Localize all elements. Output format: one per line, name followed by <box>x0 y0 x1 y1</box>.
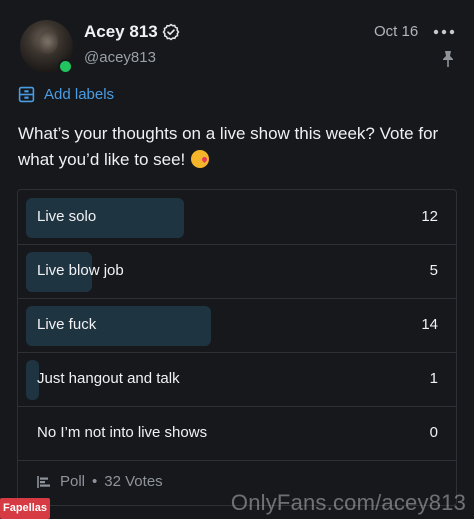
poll-option[interactable]: Just hangout and talk 1 <box>18 352 456 407</box>
poll-option-label: Live fuck <box>37 316 97 333</box>
poll: Live solo 12 Live blow job 5 Live fuck 1… <box>17 189 457 506</box>
watermark: OnlyFans.com/acey813 <box>230 490 466 515</box>
poll-footer-separator: • <box>92 473 98 490</box>
verified-icon <box>162 23 180 41</box>
more-dots-icon[interactable] <box>432 24 456 40</box>
poll-footer-label: Poll <box>60 473 86 490</box>
poll-icon <box>37 475 50 488</box>
poll-option-label: Live blow job <box>37 262 124 279</box>
author-name[interactable]: Acey 813 <box>84 22 158 42</box>
author-handle[interactable]: @acey813 <box>84 49 156 66</box>
post-body: What’s your thoughts on a live show this… <box>18 124 439 169</box>
poll-option-votes: 1 <box>429 370 438 387</box>
poll-option[interactable]: Live fuck 14 <box>18 298 456 353</box>
poll-total-votes: 32 Votes <box>104 473 163 490</box>
poll-option-label: Just hangout and talk <box>37 370 180 387</box>
poll-option-votes: 5 <box>429 262 438 279</box>
post-date: Oct 16 <box>374 23 419 40</box>
poll-option-votes: 12 <box>421 208 438 225</box>
add-labels-label: Add labels <box>44 86 115 103</box>
poll-option-label: Live solo <box>37 208 97 225</box>
add-labels-button[interactable]: Add labels <box>18 86 114 103</box>
stamp-logo: Fapellas <box>0 498 50 519</box>
kiss-emoji-icon <box>191 150 210 168</box>
poll-option-votes: 14 <box>421 316 438 333</box>
poll-option[interactable]: Live solo 12 <box>18 190 456 245</box>
poll-option-votes: 0 <box>429 424 438 441</box>
poll-footer: Poll • 32 Votes <box>36 473 163 490</box>
online-status-dot <box>58 59 73 74</box>
poll-option[interactable]: Live blow job 5 <box>18 244 456 299</box>
pin-icon[interactable] <box>440 50 456 68</box>
poll-option-label: No I’m not into live shows <box>37 424 208 441</box>
poll-option[interactable]: No I’m not into live shows 0 <box>18 406 456 461</box>
post-text: What’s your thoughts on a live show this… <box>18 121 458 173</box>
labels-icon <box>18 86 35 103</box>
